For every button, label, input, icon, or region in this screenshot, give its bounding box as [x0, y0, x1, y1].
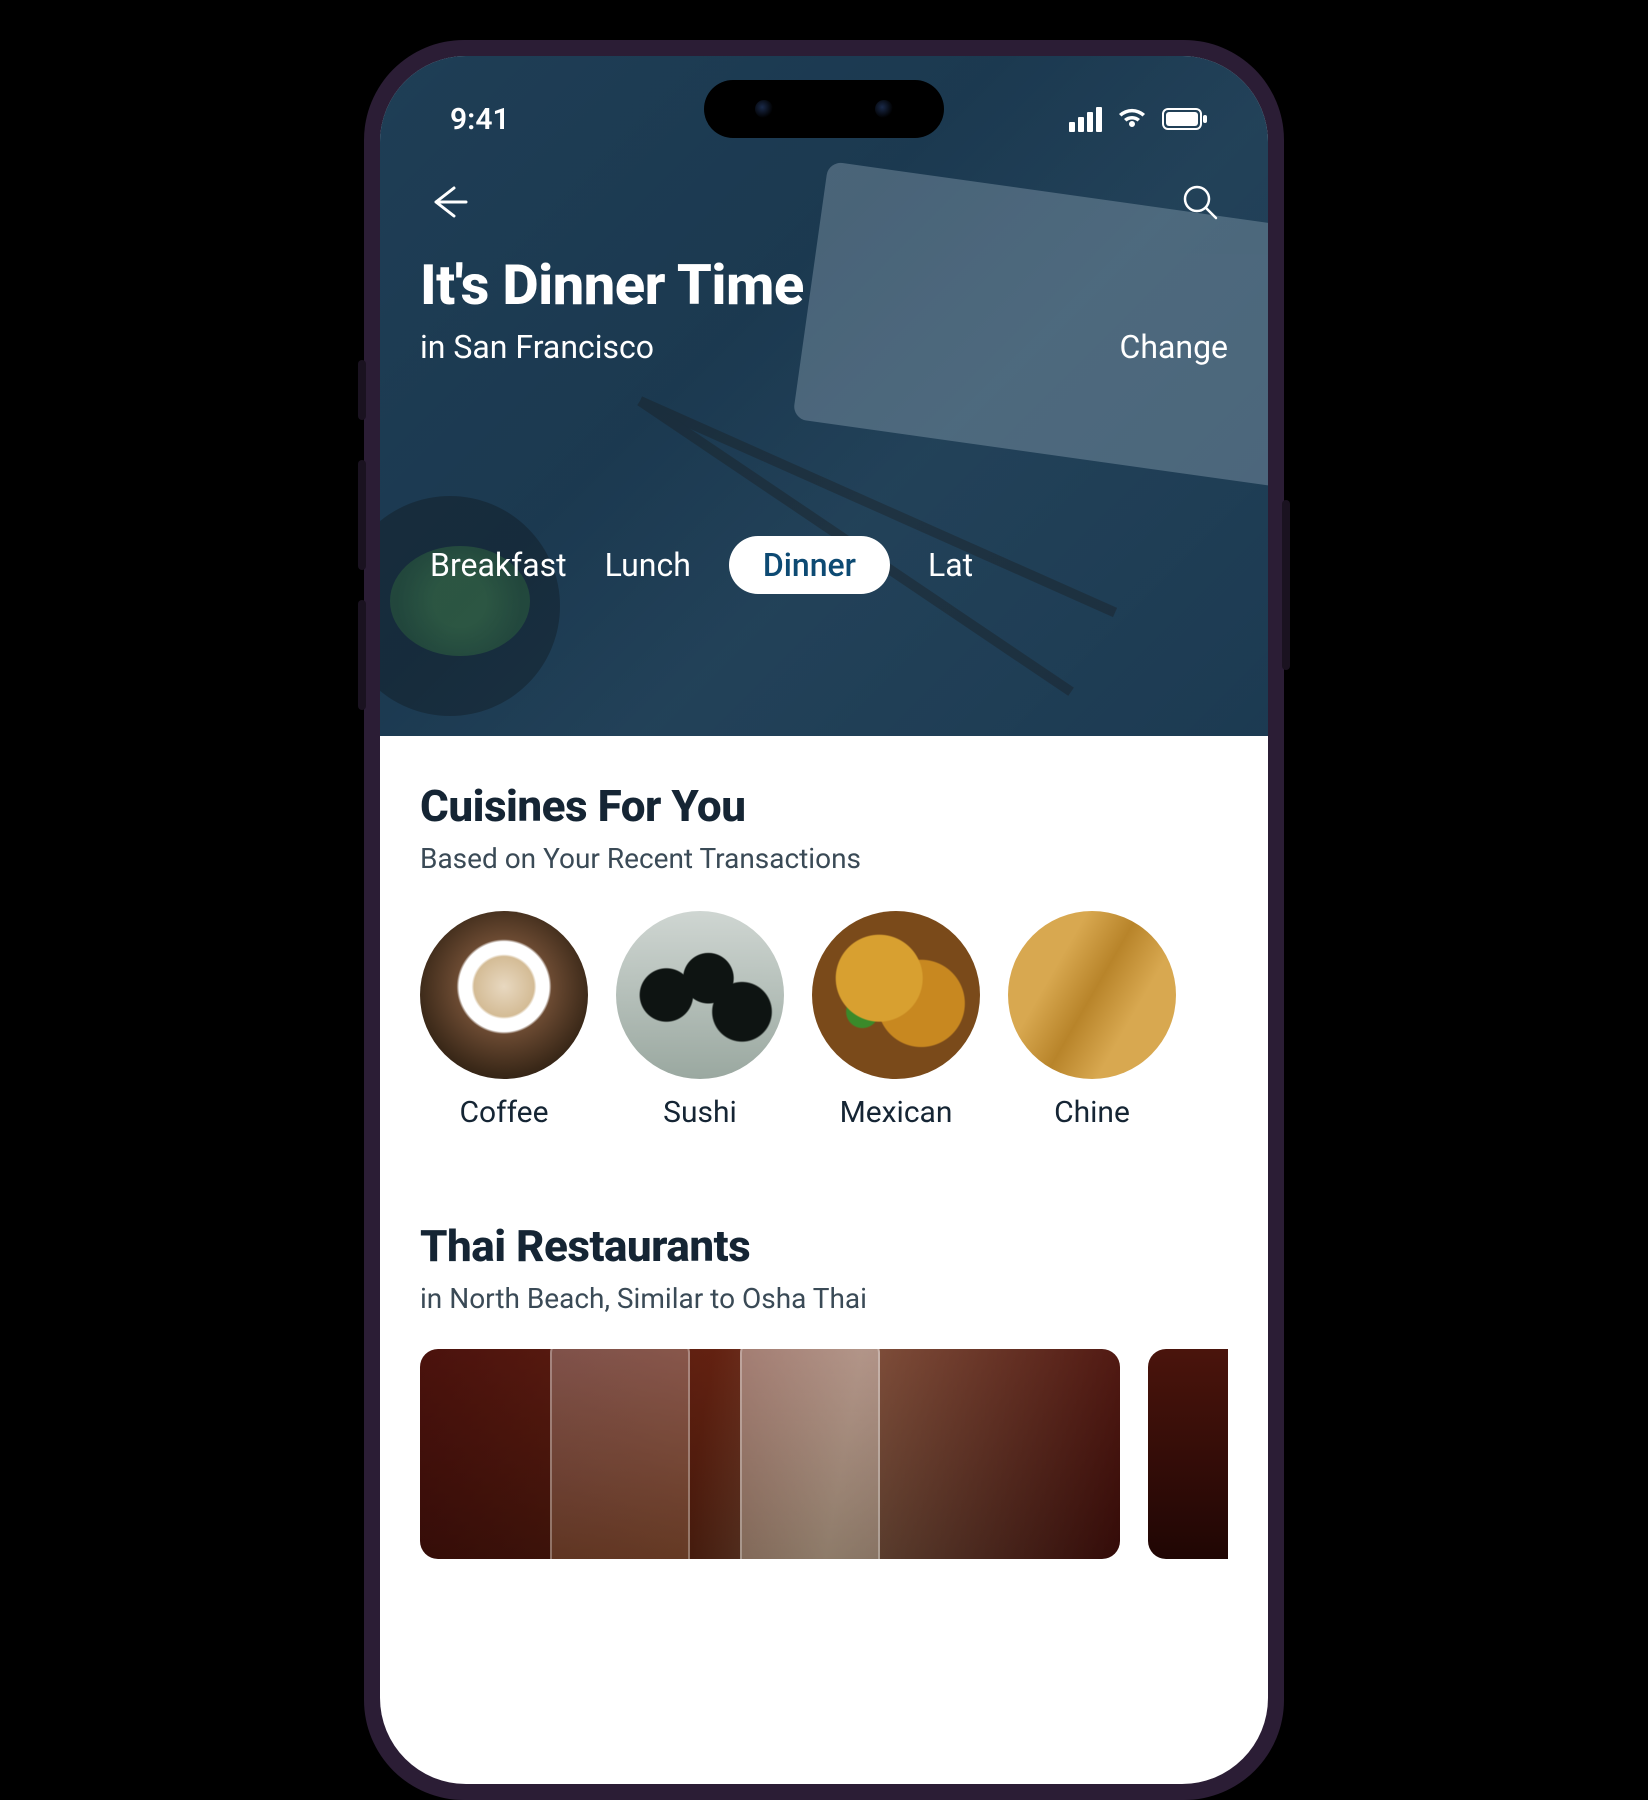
cuisines-title: Cuisines For You	[420, 780, 1228, 832]
wifi-icon	[1116, 107, 1148, 131]
restaurant-card[interactable]	[1148, 1349, 1228, 1559]
drink-image	[740, 1349, 880, 1559]
location-subtitle: in San Francisco	[420, 328, 654, 366]
page-title: It's Dinner Time	[420, 252, 1228, 318]
status-time: 9:41	[420, 102, 510, 137]
mexican-image	[812, 911, 980, 1079]
meal-tabs: Breakfast Lunch Dinner Lat	[420, 536, 1228, 594]
sensor	[875, 100, 893, 118]
battery-icon	[1162, 108, 1208, 130]
cuisine-label: Mexican	[840, 1095, 953, 1130]
search-button[interactable]	[1172, 174, 1228, 230]
cuisine-mexican[interactable]: Mexican	[812, 911, 980, 1130]
screen: 9:41	[380, 56, 1268, 1784]
hero-header: 9:41	[380, 56, 1268, 736]
tab-breakfast[interactable]: Breakfast	[430, 536, 567, 594]
cuisine-label: Chine	[1054, 1095, 1130, 1130]
restaurants-carousel[interactable]	[420, 1349, 1228, 1559]
sushi-image	[616, 911, 784, 1079]
cuisine-sushi[interactable]: Sushi	[616, 911, 784, 1130]
volume-up-button	[358, 460, 366, 570]
mute-switch	[358, 360, 366, 420]
main-content: Cuisines For You Based on Your Recent Tr…	[380, 736, 1268, 1559]
cuisine-label: Coffee	[460, 1095, 549, 1130]
cuisine-label: Sushi	[663, 1095, 737, 1130]
cuisines-carousel[interactable]: Coffee Sushi Mexican Chine	[420, 911, 1228, 1130]
arrow-left-icon	[426, 180, 470, 224]
back-button[interactable]	[420, 174, 476, 230]
coffee-image	[420, 911, 588, 1079]
cuisine-coffee[interactable]: Coffee	[420, 911, 588, 1130]
chinese-image	[1008, 911, 1176, 1079]
power-button	[1282, 500, 1290, 670]
cellular-signal-icon	[1069, 107, 1102, 132]
cuisine-chinese[interactable]: Chine	[1008, 911, 1176, 1130]
dynamic-island	[704, 80, 944, 138]
search-icon	[1180, 182, 1220, 222]
restaurants-subtitle: in North Beach, Similar to Osha Thai	[420, 1282, 1228, 1315]
phone-frame: 9:41	[364, 40, 1284, 1800]
restaurants-section: Thai Restaurants in North Beach, Similar…	[420, 1220, 1228, 1559]
front-camera	[755, 100, 773, 118]
cuisines-section: Cuisines For You Based on Your Recent Tr…	[420, 780, 1228, 1130]
hero-background-image	[380, 56, 1268, 736]
volume-down-button	[358, 600, 366, 710]
restaurants-title: Thai Restaurants	[420, 1220, 1228, 1272]
cuisines-subtitle: Based on Your Recent Transactions	[420, 842, 1228, 875]
restaurant-card[interactable]	[420, 1349, 1120, 1559]
drink-image	[550, 1349, 690, 1559]
change-location-link[interactable]: Change	[1120, 328, 1228, 366]
tab-late[interactable]: Lat	[928, 536, 973, 594]
tab-dinner[interactable]: Dinner	[729, 536, 890, 594]
tab-lunch[interactable]: Lunch	[605, 536, 691, 594]
